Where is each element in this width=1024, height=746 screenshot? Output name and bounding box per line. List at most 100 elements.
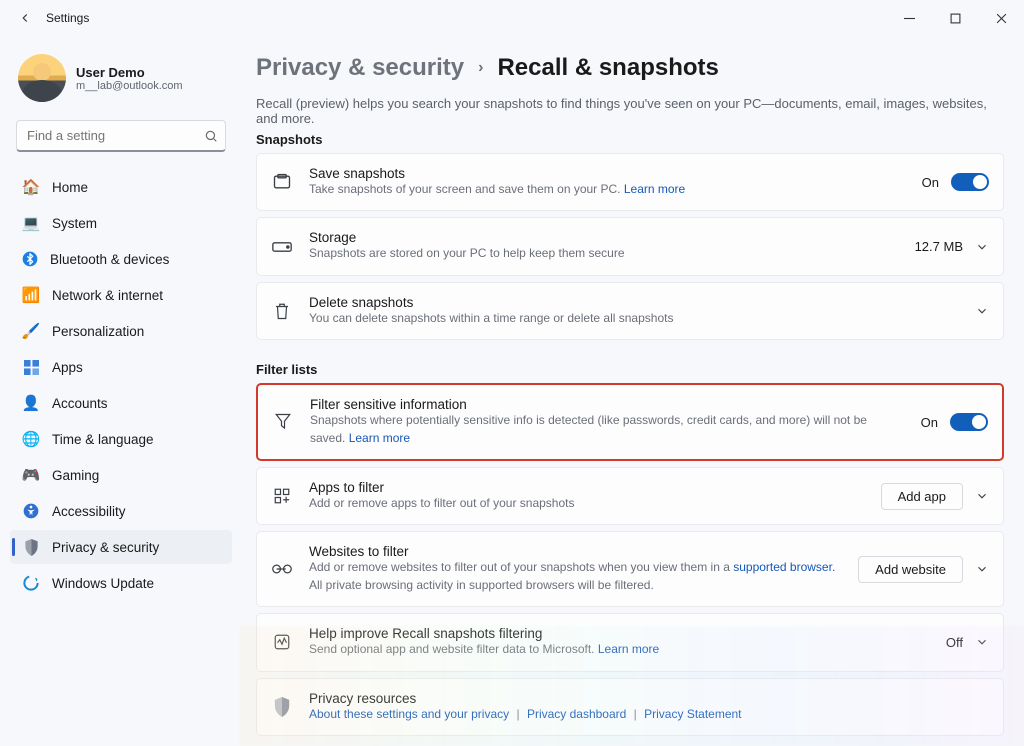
titlebar: Settings bbox=[0, 0, 1024, 36]
update-icon bbox=[22, 574, 40, 592]
toggle-state: On bbox=[921, 415, 938, 430]
sidebar-item-privacy-security[interactable]: Privacy & security bbox=[10, 530, 232, 564]
sidebar-item-personalization[interactable]: 🖌️ Personalization bbox=[10, 314, 232, 348]
diagnostics-icon bbox=[271, 633, 293, 651]
privacy-statement-link[interactable]: Privacy Statement bbox=[644, 707, 741, 721]
window-title: Settings bbox=[46, 11, 89, 25]
supported-browser-link[interactable]: supported browser. bbox=[733, 560, 835, 574]
apps-grid-icon bbox=[271, 487, 293, 505]
card-save-snapshots[interactable]: Save snapshots Take snapshots of your sc… bbox=[256, 153, 1004, 211]
globe-clock-icon: 🌐 bbox=[22, 430, 40, 448]
sidebar-item-label: Time & language bbox=[52, 432, 154, 447]
card-desc: You can delete snapshots within a time r… bbox=[309, 310, 959, 327]
home-icon: 🏠 bbox=[22, 178, 40, 196]
sidebar-item-label: Bluetooth & devices bbox=[50, 252, 169, 267]
sidebar-item-label: Network & internet bbox=[52, 288, 163, 303]
chevron-down-icon bbox=[975, 240, 989, 254]
card-title: Delete snapshots bbox=[309, 295, 959, 310]
sidebar-item-label: Windows Update bbox=[52, 576, 154, 591]
maximize-button[interactable] bbox=[932, 0, 978, 36]
minimize-button[interactable] bbox=[886, 0, 932, 36]
sidebar-item-network[interactable]: 📶Network & internet bbox=[10, 278, 232, 312]
save-snapshots-toggle[interactable] bbox=[951, 173, 989, 191]
search-icon bbox=[204, 129, 218, 143]
card-help-improve[interactable]: Help improve Recall snapshots filtering … bbox=[256, 613, 1004, 671]
sidebar-item-label: System bbox=[52, 216, 97, 231]
sidebar-item-apps[interactable]: Apps bbox=[10, 350, 232, 384]
card-desc: Take snapshots of your screen and save t… bbox=[309, 182, 624, 196]
storage-icon bbox=[271, 241, 293, 253]
card-title: Websites to filter bbox=[309, 544, 842, 559]
chevron-down-icon bbox=[975, 304, 989, 318]
sidebar-item-label: Apps bbox=[52, 360, 83, 375]
card-desc-part2: All private browsing activity in support… bbox=[309, 578, 654, 592]
sidebar-item-accounts[interactable]: 👤 Accounts bbox=[10, 386, 232, 420]
learn-more-link[interactable]: Learn more bbox=[598, 642, 659, 656]
sidebar-item-label: Accounts bbox=[52, 396, 108, 411]
accessibility-icon bbox=[22, 502, 40, 520]
toggle-state: On bbox=[922, 175, 939, 190]
card-desc-part1: Add or remove websites to filter out of … bbox=[309, 560, 733, 574]
user-name: User Demo bbox=[76, 65, 183, 80]
breadcrumb-parent[interactable]: Privacy & security bbox=[256, 54, 464, 82]
card-title: Apps to filter bbox=[309, 480, 865, 495]
card-title: Privacy resources bbox=[309, 691, 989, 706]
shield-icon bbox=[271, 697, 293, 717]
sidebar-item-windows-update[interactable]: Windows Update bbox=[10, 566, 232, 600]
chevron-down-icon bbox=[975, 562, 989, 576]
person-icon: 👤 bbox=[22, 394, 40, 412]
sidebar-item-time-language[interactable]: 🌐 Time & language bbox=[10, 422, 232, 456]
card-desc: Send optional app and website filter dat… bbox=[309, 642, 598, 656]
sidebar-item-label: Home bbox=[52, 180, 88, 195]
sidebar-item-home[interactable]: 🏠 Home bbox=[10, 170, 232, 204]
trash-icon bbox=[271, 301, 293, 321]
link-icon bbox=[271, 562, 293, 576]
sidebar-item-label: Personalization bbox=[52, 324, 144, 339]
shield-icon bbox=[22, 538, 40, 556]
section-snapshots: Snapshots bbox=[256, 132, 1004, 147]
account-profile[interactable]: User Demo m__lab@outlook.com bbox=[10, 46, 232, 114]
search-input[interactable] bbox=[16, 120, 226, 152]
nav-list: 🏠 Home 💻System Bluetooth & devices 📶Netwo… bbox=[10, 170, 232, 600]
sidebar-item-gaming[interactable]: 🎮 Gaming bbox=[10, 458, 232, 492]
paintbrush-icon: 🖌️ bbox=[22, 322, 40, 340]
card-title: Filter sensitive information bbox=[310, 397, 905, 412]
back-button[interactable] bbox=[10, 3, 40, 33]
close-button[interactable] bbox=[978, 0, 1024, 36]
storage-value: 12.7 MB bbox=[915, 239, 963, 254]
add-website-button[interactable]: Add website bbox=[858, 556, 963, 583]
breadcrumb: Privacy & security › Recall & snapshots bbox=[256, 54, 1004, 82]
card-storage[interactable]: Storage Snapshots are stored on your PC … bbox=[256, 217, 1004, 275]
avatar bbox=[18, 54, 66, 102]
sidebar: User Demo m__lab@outlook.com 🏠 Home 💻Syst… bbox=[0, 36, 242, 746]
card-delete-snapshots[interactable]: Delete snapshots You can delete snapshot… bbox=[256, 282, 1004, 340]
card-filter-sensitive[interactable]: Filter sensitive information Snapshots w… bbox=[256, 383, 1004, 461]
chevron-right-icon: › bbox=[478, 59, 483, 77]
apps-icon bbox=[22, 358, 40, 376]
learn-more-link[interactable]: Learn more bbox=[349, 431, 410, 445]
add-app-button[interactable]: Add app bbox=[881, 483, 963, 510]
sidebar-item-label: Gaming bbox=[52, 468, 99, 483]
toggle-state: Off bbox=[946, 635, 963, 650]
main-content: Privacy & security › Recall & snapshots … bbox=[242, 36, 1024, 746]
search-box bbox=[16, 120, 226, 152]
sidebar-item-label: Accessibility bbox=[52, 504, 126, 519]
card-desc: Add or remove apps to filter out of your… bbox=[309, 495, 865, 512]
card-title: Help improve Recall snapshots filtering bbox=[309, 626, 930, 641]
about-settings-link[interactable]: About these settings and your privacy bbox=[309, 707, 509, 721]
filter-sensitive-toggle[interactable] bbox=[950, 413, 988, 431]
card-apps-to-filter[interactable]: Apps to filter Add or remove apps to fil… bbox=[256, 467, 1004, 525]
snapshot-icon bbox=[271, 172, 293, 192]
privacy-dashboard-link[interactable]: Privacy dashboard bbox=[527, 707, 626, 721]
card-privacy-resources: Privacy resources About these settings a… bbox=[256, 678, 1004, 736]
sidebar-item-bluetooth[interactable]: Bluetooth & devices bbox=[10, 242, 232, 276]
card-websites-to-filter[interactable]: Websites to filter Add or remove website… bbox=[256, 531, 1004, 607]
window-controls bbox=[886, 0, 1024, 36]
breadcrumb-current: Recall & snapshots bbox=[497, 54, 718, 82]
sidebar-item-accessibility[interactable]: Accessibility bbox=[10, 494, 232, 528]
section-filter-lists: Filter lists bbox=[256, 362, 1004, 377]
sidebar-item-system[interactable]: 💻System bbox=[10, 206, 232, 240]
gamepad-icon: 🎮 bbox=[22, 466, 40, 484]
user-email: m__lab@outlook.com bbox=[76, 80, 183, 92]
learn-more-link[interactable]: Learn more bbox=[624, 182, 685, 196]
